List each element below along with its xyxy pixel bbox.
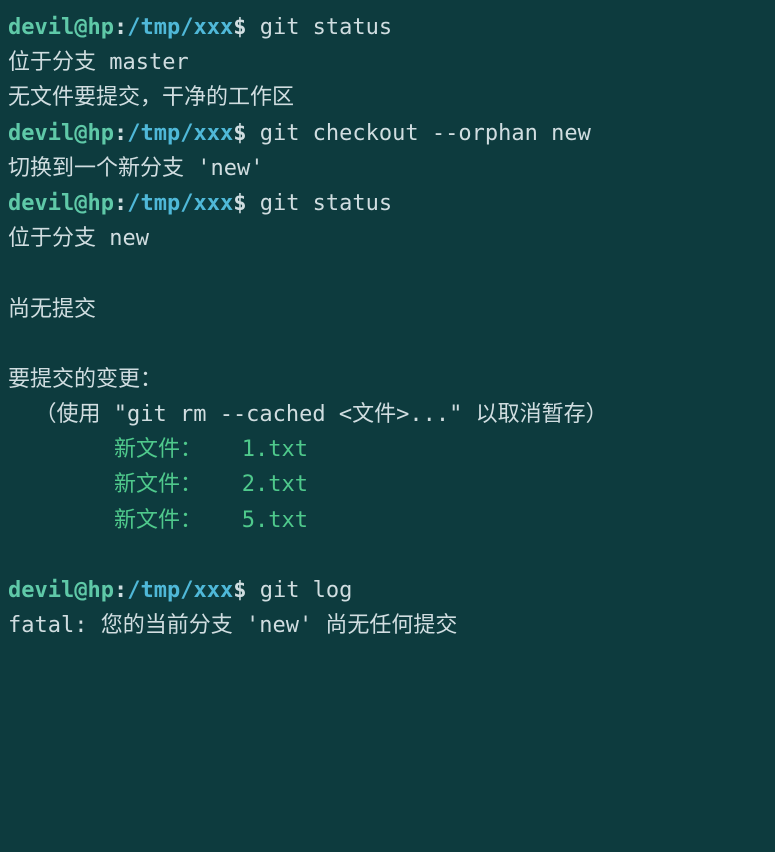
prompt-user: devil <box>8 15 74 40</box>
prompt-path: /tmp/xxx <box>127 121 233 146</box>
prompt-user: devil <box>8 191 74 216</box>
prompt-at: @ <box>74 121 87 146</box>
prompt-host: hp <box>87 578 114 603</box>
prompt-dollar: $ <box>233 578 246 603</box>
blank-line <box>8 538 767 573</box>
prompt-dollar: $ <box>233 121 246 146</box>
prompt-at: @ <box>74 15 87 40</box>
prompt-user: devil <box>8 121 74 146</box>
prompt-path: /tmp/xxx <box>127 191 233 216</box>
command-text: git checkout --orphan new <box>246 121 590 146</box>
blank-line <box>8 327 767 362</box>
prompt-user: devil <box>8 578 74 603</box>
output-line: 位于分支 master <box>8 45 767 80</box>
prompt-line: devil@hp:/tmp/xxx$ git status <box>8 10 767 45</box>
terminal-window[interactable]: devil@hp:/tmp/xxx$ git status位于分支 master… <box>8 10 767 643</box>
new-file-label: 新文件： <box>114 437 202 462</box>
output-line: 尚无提交 <box>8 292 767 327</box>
staged-file-line: 新文件： 2.txt <box>8 467 767 502</box>
prompt-sep: : <box>114 578 127 603</box>
output-line: （使用 "git rm --cached <文件>..." 以取消暂存） <box>8 397 767 432</box>
prompt-at: @ <box>74 578 87 603</box>
command-text: git status <box>246 15 392 40</box>
prompt-line: devil@hp:/tmp/xxx$ git checkout --orphan… <box>8 116 767 151</box>
output-line: fatal: 您的当前分支 'new' 尚无任何提交 <box>8 608 767 643</box>
new-file-label: 新文件： <box>114 472 202 497</box>
prompt-dollar: $ <box>233 191 246 216</box>
prompt-host: hp <box>87 191 114 216</box>
file-name: 5.txt <box>242 508 308 533</box>
prompt-host: hp <box>87 15 114 40</box>
prompt-line: devil@hp:/tmp/xxx$ git status <box>8 186 767 221</box>
prompt-host: hp <box>87 121 114 146</box>
prompt-path: /tmp/xxx <box>127 15 233 40</box>
output-line: 切换到一个新分支 'new' <box>8 151 767 186</box>
output-line: 位于分支 new <box>8 221 767 256</box>
output-line: 要提交的变更： <box>8 362 767 397</box>
prompt-dollar: $ <box>233 15 246 40</box>
blank-line <box>8 256 767 291</box>
output-line: 无文件要提交，干净的工作区 <box>8 80 767 115</box>
prompt-sep: : <box>114 15 127 40</box>
new-file-label: 新文件： <box>114 508 202 533</box>
command-text: git log <box>246 578 352 603</box>
prompt-at: @ <box>74 191 87 216</box>
prompt-line: devil@hp:/tmp/xxx$ git log <box>8 573 767 608</box>
prompt-sep: : <box>114 191 127 216</box>
prompt-path: /tmp/xxx <box>127 578 233 603</box>
staged-file-line: 新文件： 5.txt <box>8 503 767 538</box>
file-name: 2.txt <box>242 472 308 497</box>
file-name: 1.txt <box>242 437 308 462</box>
command-text: git status <box>246 191 392 216</box>
staged-file-line: 新文件： 1.txt <box>8 432 767 467</box>
prompt-sep: : <box>114 121 127 146</box>
